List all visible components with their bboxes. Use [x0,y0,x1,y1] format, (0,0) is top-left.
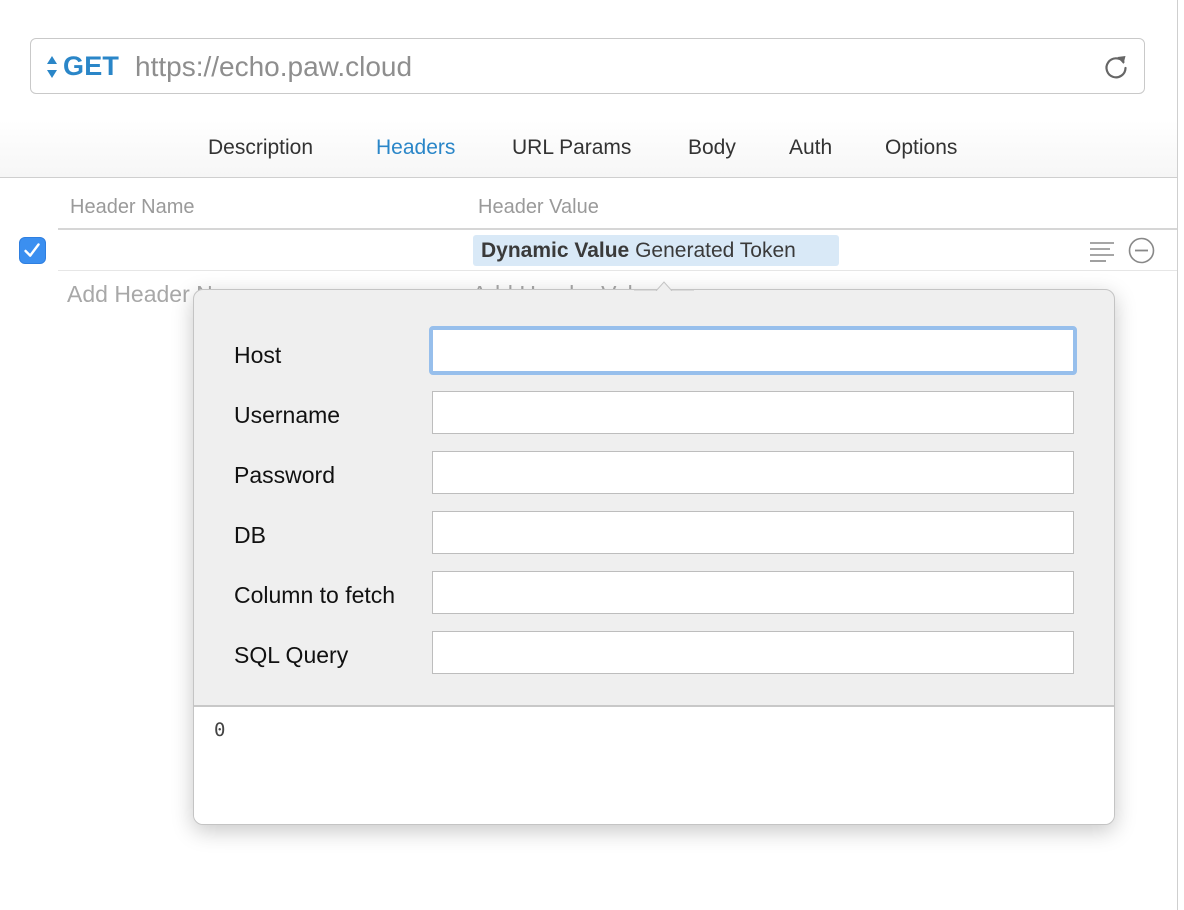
url-input[interactable]: https://echo.paw.cloud [135,51,412,83]
popover-arrow [634,281,694,292]
table-header-divider [58,228,1177,230]
minus-circle-icon[interactable] [1128,237,1155,264]
tab-body[interactable]: Body [688,136,736,160]
checkmark-icon [24,243,40,257]
username-input[interactable] [432,391,1074,434]
tab-headers[interactable]: Headers [376,136,455,160]
sql-query-label: SQL Query [234,642,349,668]
header-enabled-checkbox[interactable] [19,237,46,264]
dynamic-value-token[interactable]: Dynamic Value Generated Token [473,235,839,266]
token-type: Dynamic Value [481,239,630,262]
password-input[interactable] [432,451,1074,494]
url-bar[interactable]: GET https://echo.paw.cloud [30,38,1145,94]
password-label: Password [234,462,335,488]
username-label: Username [234,402,341,428]
column-header-value: Header Value [478,196,599,218]
preview-text: 0 [214,719,226,741]
method-selector[interactable]: GET [63,51,119,82]
host-label: Host [234,342,282,368]
column-to-fetch-input[interactable] [432,571,1074,614]
column-header-name: Header Name [70,196,195,218]
reload-icon[interactable] [1102,53,1130,81]
token-name: Generated Token [635,239,796,262]
dynamic-value-popover: Host Username Password DB Column to fetc… [193,289,1115,825]
db-input[interactable] [432,511,1074,554]
db-label: DB [234,522,266,548]
host-input[interactable] [429,326,1077,375]
up-down-arrows-icon[interactable] [46,54,58,80]
value-preview: 0 [194,705,1114,824]
tab-auth[interactable]: Auth [789,136,832,160]
column-to-fetch-label: Column to fetch [234,582,396,608]
sql-query-input[interactable] [432,631,1074,674]
tab-bar: Description Headers URL Params Body Auth… [0,120,1177,178]
table-row-divider [58,270,1177,271]
lines-icon[interactable] [1089,239,1115,263]
tab-url-params[interactable]: URL Params [512,136,631,160]
tab-description[interactable]: Description [208,136,313,160]
window-edge [1177,0,1178,910]
tab-options[interactable]: Options [885,136,957,160]
